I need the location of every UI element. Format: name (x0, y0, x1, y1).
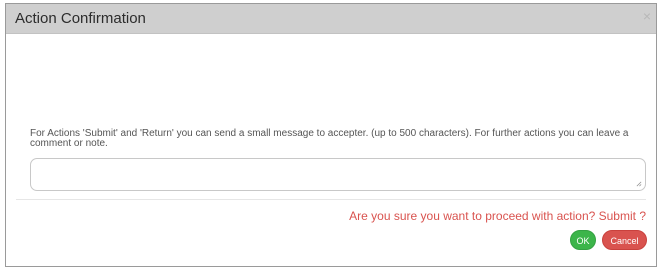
instruction-message: For Actions 'Submit' and 'Return' you ca… (30, 128, 629, 149)
footer-divider (16, 199, 646, 200)
resize-grip-icon[interactable] (636, 181, 642, 187)
dialog-header: Action Confirmation × (6, 4, 656, 34)
dialog-title: Action Confirmation (15, 10, 146, 27)
cancel-button[interactable]: Cancel (602, 230, 647, 250)
action-confirmation-dialog: Action Confirmation × For Actions 'Submi… (5, 3, 657, 267)
close-icon[interactable]: × (643, 8, 651, 24)
note-textarea[interactable] (30, 158, 646, 191)
ok-button[interactable]: OK (570, 230, 596, 250)
confirm-question: Are you sure you want to proceed with ac… (349, 209, 646, 223)
